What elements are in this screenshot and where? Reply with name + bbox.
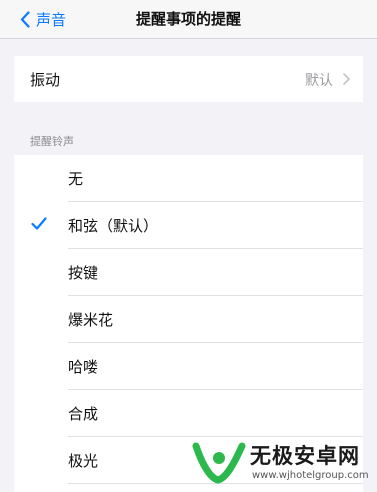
tone-label: 爆米花 [68,311,114,329]
tone-item-keys[interactable]: 按键 [14,249,363,296]
vibration-value: 默认 [305,73,333,89]
tone-item-hello[interactable]: 哈喽 [14,343,363,390]
chevron-right-icon [343,73,350,85]
vibration-row[interactable]: 振动 默认 [14,56,363,102]
tone-label: 极光 [68,452,99,470]
tone-item-popcorn[interactable]: 爆米花 [14,296,363,343]
tone-label: 哈喽 [68,358,99,376]
checkmark-icon [31,217,47,230]
page-title: 提醒事项的提醒 [135,10,241,28]
tone-item-none[interactable]: 无 [14,155,363,202]
tone-label: 按键 [68,264,99,282]
watermark: 无极安卓网 www.wjhotelgroup.com [192,432,377,492]
watermark-url: www.wjhotelgroup.com [252,470,369,481]
section-header-alert-tones: 提醒铃声 [30,135,74,148]
tone-label: 和弦（默认） [68,217,159,235]
tone-label: 无 [68,170,84,188]
vibration-label: 振动 [30,71,61,89]
navigation-bar: 声音 提醒事项的提醒 [0,0,377,39]
watermark-name: 无极安卓网 [250,444,360,468]
tone-item-chord-default[interactable]: 和弦（默认） [14,202,363,249]
watermark-logo-icon [192,442,246,484]
tone-label: 合成 [68,405,99,423]
tone-item-synth[interactable]: 合成 [14,390,363,437]
